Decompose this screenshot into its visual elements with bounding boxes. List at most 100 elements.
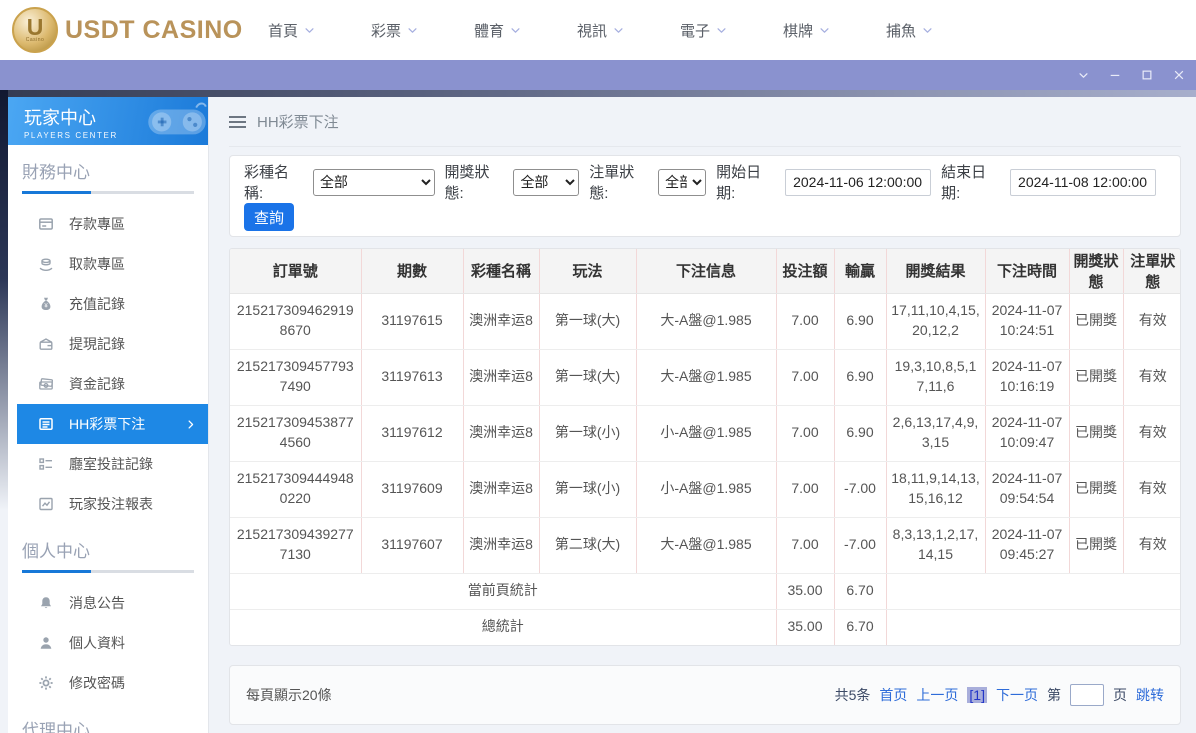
current-page-indicator: [1] xyxy=(967,687,987,703)
sidebar-item[interactable]: 提現記錄 xyxy=(8,324,208,364)
sidebar-item[interactable]: 修改密碼 xyxy=(8,663,208,703)
table-cell: 2024-11-07 09:45:27 xyxy=(985,517,1070,574)
table-body: 2152173094629198670 31197615 澳洲幸运8 第一球(大) 大-… xyxy=(230,293,1180,645)
sidebar-item[interactable]: 玩家投注報表 xyxy=(8,484,208,524)
close-icon[interactable] xyxy=(1170,66,1188,84)
bets-table-card: 訂單號 期數 彩種名稱 玩法 下注信息 投注額 輸贏 開獎結果 下注時間 開獎狀態 注單狀態 215… xyxy=(229,248,1181,646)
jump-suffix: 页 xyxy=(1113,687,1127,703)
table-row: 2152173094392777130 31197607 澳洲幸运8 第二球(大) 大-… xyxy=(230,517,1180,574)
sidebar-item[interactable]: HH彩票下注 xyxy=(17,404,208,444)
search-button[interactable]: 查詢 xyxy=(244,203,294,231)
chevron-right-icon xyxy=(185,419,196,430)
start-date-input[interactable] xyxy=(785,168,932,196)
table-cell: 6.90 xyxy=(834,293,887,350)
minimize-icon[interactable] xyxy=(1106,66,1124,84)
first-page-link[interactable]: 首页 xyxy=(879,685,907,705)
next-page-link[interactable]: 下一页 xyxy=(996,685,1038,705)
chevron-down-icon[interactable] xyxy=(1074,66,1092,84)
table-cell: 31197613 xyxy=(361,349,464,406)
sidebar-item-label: 提現記錄 xyxy=(69,336,125,352)
table-cell: 6.90 xyxy=(834,405,887,462)
nav-item-label: 彩票 xyxy=(370,22,401,40)
prev-page-link[interactable]: 上一页 xyxy=(916,685,958,705)
column-header: 玩法 xyxy=(539,249,637,294)
nav-item-label: 棋牌 xyxy=(782,22,813,40)
lottery-name-select[interactable]: 全部 xyxy=(312,168,435,196)
nav-item[interactable]: 彩票 xyxy=(343,0,446,60)
table-cell: 6.90 xyxy=(834,349,887,406)
sidebar-item[interactable]: 存款專區 xyxy=(8,204,208,244)
table-row: 2152173094629198670 31197615 澳洲幸运8 第一球(大) 大-… xyxy=(230,293,1180,350)
table-cell: -7.00 xyxy=(834,461,887,518)
column-header: 注單狀態 xyxy=(1123,249,1180,294)
sidebar-item[interactable]: 資金記錄 xyxy=(8,364,208,404)
moneybag-icon: ¥ xyxy=(38,296,54,312)
end-date-input[interactable] xyxy=(1010,168,1157,196)
chevron-down-icon xyxy=(819,25,830,36)
table-cell: 7.00 xyxy=(776,349,835,406)
gamepad-icon xyxy=(138,98,208,145)
chevron-down-icon xyxy=(304,25,315,36)
table-cell: 2152173094392777130 xyxy=(230,517,362,574)
chevron-down-icon xyxy=(716,25,727,36)
maximize-icon[interactable] xyxy=(1138,66,1156,84)
user-icon xyxy=(38,635,54,651)
draw-status-select[interactable]: 全部 xyxy=(513,168,580,196)
summary-label: 總統計 xyxy=(230,609,777,645)
nav-item[interactable]: 視訊 xyxy=(549,0,652,60)
table-cell: 第二球(大) xyxy=(539,517,637,574)
jump-action-link[interactable]: 跳转 xyxy=(1136,685,1164,705)
table-cell: 7.00 xyxy=(776,517,835,574)
nav-item-label: 首頁 xyxy=(267,22,298,40)
chevron-down-icon xyxy=(510,25,521,36)
order-status-select[interactable]: 全部 xyxy=(658,168,707,196)
nav-item[interactable]: 捕魚 xyxy=(858,0,961,60)
column-header: 輸贏 xyxy=(834,249,887,294)
logo[interactable]: U Casino USDT CASINO xyxy=(12,7,243,53)
nav-item[interactable]: 棋牌 xyxy=(755,0,858,60)
sidebar-item[interactable]: ¥ 充值記錄 xyxy=(8,284,208,324)
table-cell: 已開獎 xyxy=(1069,405,1124,462)
chevron-down-icon xyxy=(613,25,624,36)
sidebar-item-label: 存款專區 xyxy=(69,216,125,232)
sidebar-item[interactable]: 廳室投註記錄 xyxy=(8,444,208,484)
filter-row-actions: 查詢 xyxy=(244,203,1166,231)
table-cell: 2152173094629198670 xyxy=(230,293,362,350)
table-cell: 17,11,10,4,15,20,12,2 xyxy=(886,293,986,350)
summary-bet-total: 35.00 xyxy=(776,573,835,610)
table-cell: 已開獎 xyxy=(1069,461,1124,518)
withdraw-hand-icon xyxy=(38,256,54,272)
table-row: 2152173094577937490 31197613 澳洲幸运8 第一球(大) 大-… xyxy=(230,349,1180,406)
pagination-bar: 每頁顯示20條 共5条 首页 上一页 [1] 下一页 第 页 跳转 xyxy=(229,665,1181,725)
jump-page-input[interactable] xyxy=(1070,684,1104,706)
banknotes-icon xyxy=(38,376,54,392)
sidebar-item[interactable]: 消息公告 xyxy=(8,583,208,623)
table-cell: 2152173094538774560 xyxy=(230,405,362,462)
column-header: 下注時間 xyxy=(985,249,1070,294)
nav-menu: 首頁 彩票 體育 視訊 電子 棋牌 捕魚 xyxy=(240,0,961,60)
table-cell: 大-A盤@1.985 xyxy=(636,349,777,406)
nav-item[interactable]: 體育 xyxy=(446,0,549,60)
column-header: 開獎狀態 xyxy=(1069,249,1124,294)
sidebar-item[interactable]: 個人資料 xyxy=(8,623,208,663)
bell-icon xyxy=(38,595,54,611)
table-cell: 有效 xyxy=(1123,461,1180,518)
nav-item-label: 體育 xyxy=(473,22,504,40)
table-cell: 2152173094577937490 xyxy=(230,349,362,406)
table-cell: 大-A盤@1.985 xyxy=(636,517,777,574)
table-cell: 7.00 xyxy=(776,293,835,350)
column-header: 下注信息 xyxy=(636,249,777,294)
summary-label: 當前頁統計 xyxy=(230,573,777,610)
chevron-down-icon xyxy=(922,25,933,36)
hamburger-menu-icon[interactable] xyxy=(229,115,246,129)
table-cell: 有效 xyxy=(1123,293,1180,350)
column-header: 訂單號 xyxy=(230,249,362,294)
table-cell: 有效 xyxy=(1123,405,1180,462)
summary-row: 總統計 35.00 6.70 xyxy=(230,609,1180,645)
nav-item[interactable]: 首頁 xyxy=(240,0,343,60)
table-header-row: 訂單號 期數 彩種名稱 玩法 下注信息 投注額 輸贏 開獎結果 下注時間 開獎狀態 注單狀態 xyxy=(230,249,1180,294)
summary-row: 當前頁統計 35.00 6.70 xyxy=(230,573,1180,610)
sidebar-item[interactable]: 取款專區 xyxy=(8,244,208,284)
nav-item[interactable]: 電子 xyxy=(652,0,755,60)
sidebar-item-label: 資金記錄 xyxy=(69,376,125,392)
